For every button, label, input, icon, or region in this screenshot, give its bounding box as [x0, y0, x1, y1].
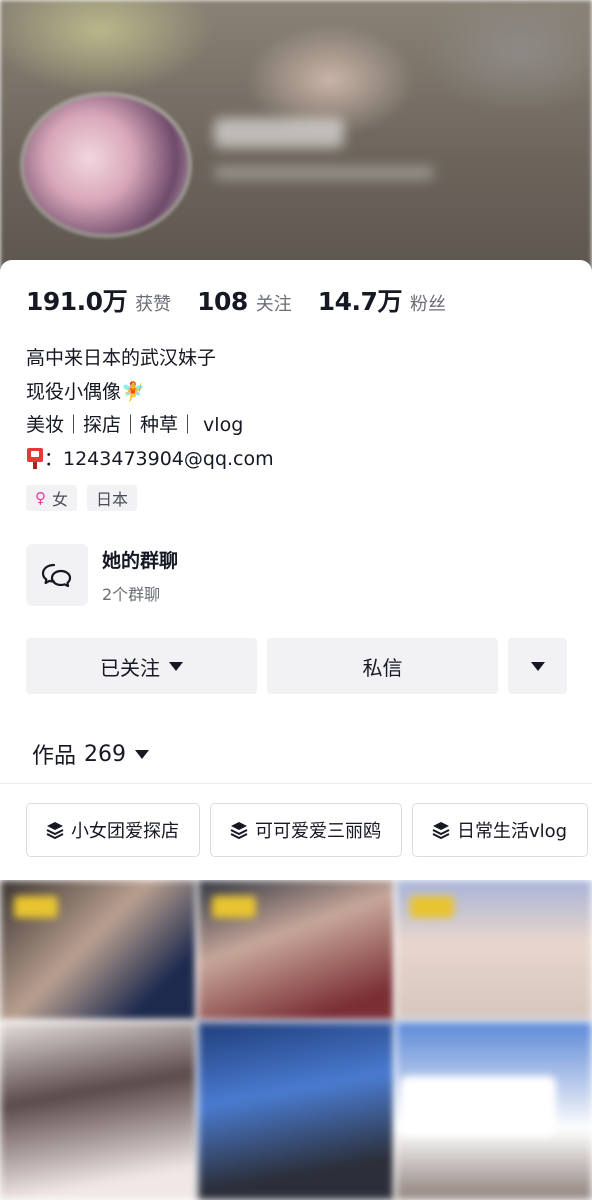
collection-chip[interactable]: 小女团爱探店 — [26, 803, 200, 857]
stat-following-label: 关注 — [255, 294, 292, 315]
works-label: 作品 — [32, 744, 77, 769]
stack-icon — [230, 822, 248, 839]
stat-followers[interactable]: 14.7万 粉丝 — [318, 282, 446, 318]
more-options-button[interactable] — [508, 638, 567, 694]
bio-line-2-text: 现役小偶像 — [26, 380, 122, 403]
video-overlay-caption — [400, 1076, 556, 1136]
stat-followers-label: 粉丝 — [409, 294, 446, 315]
bio-line-1: 高中来日本的武汉妹子 — [26, 347, 217, 369]
stat-likes-value: 191.0万 — [26, 287, 128, 316]
bio-line-4: ：1243473904@qq.com — [26, 443, 274, 477]
bio-line-2: 现役小偶像🧚 — [26, 376, 274, 410]
following-button-label: 已关注 — [100, 655, 160, 680]
bio-email: ：1243473904@qq.com — [44, 447, 274, 470]
message-button-label: 私信 — [362, 655, 403, 680]
action-buttons: 已关注 私信 — [26, 638, 567, 694]
video-tag-badge — [410, 896, 454, 918]
location-tag: 日本 — [87, 485, 138, 511]
gender-tag: ♀ 女 — [26, 485, 78, 511]
works-count: 269 — [84, 741, 127, 767]
stack-icon — [432, 822, 450, 839]
stats-row: 191.0万 获赞 108 关注 14.7万 粉丝 — [26, 282, 472, 318]
avatar[interactable] — [22, 96, 188, 240]
video-grid — [0, 880, 592, 1200]
video-thumbnail[interactable] — [0, 1022, 196, 1200]
blurred-user-id — [214, 166, 434, 180]
postbox-icon — [26, 447, 44, 469]
female-icon: ♀ — [35, 489, 46, 507]
group-chat-count: 2个群聊 — [102, 584, 161, 604]
collections-row: 小女团爱探店 可可爱爱三丽鸥 日常生活vlog — [26, 803, 592, 857]
blurred-username — [214, 118, 344, 148]
group-chat-entry[interactable]: 她的群聊 2个群聊 — [26, 543, 566, 607]
caret-down-icon — [135, 749, 150, 759]
video-tag-badge — [212, 896, 256, 918]
divider — [0, 783, 592, 784]
video-tag-badge — [14, 896, 58, 918]
stack-icon — [46, 822, 64, 839]
stat-followers-value: 14.7万 — [317, 287, 403, 316]
bio-line-3: 美妆｜探店｜种草｜ vlog — [26, 414, 244, 436]
message-button[interactable]: 私信 — [267, 638, 498, 694]
profile-tags: ♀ 女 日本 — [26, 485, 147, 511]
collection-chip[interactable]: 可可爱爱三丽鸥 — [210, 803, 402, 857]
profile-card: 191.0万 获赞 108 关注 14.7万 粉丝 高中来日本的武汉妹子 现役小… — [0, 260, 592, 880]
bio: 高中来日本的武汉妹子 现役小偶像🧚 美妆｜探店｜种草｜ vlog ：124347… — [26, 342, 274, 476]
stat-following-value: 108 — [197, 287, 248, 316]
gender-tag-label: 女 — [52, 490, 69, 509]
stat-following[interactable]: 108 关注 — [197, 287, 292, 316]
caret-down-icon — [530, 661, 545, 671]
stat-likes-label: 获赞 — [135, 294, 172, 315]
video-thumbnail[interactable] — [198, 1022, 394, 1200]
chat-bubbles-icon — [26, 544, 88, 606]
fairy-emoji: 🧚 — [121, 380, 145, 403]
works-tab[interactable]: 作品 269 — [32, 738, 150, 770]
collection-chip-label: 日常生活vlog — [457, 821, 568, 842]
following-button[interactable]: 已关注 — [26, 638, 257, 694]
stat-likes: 191.0万 获赞 — [26, 282, 171, 318]
avatar-image — [24, 96, 188, 234]
collection-chip-label: 小女团爱探店 — [71, 821, 179, 842]
group-chat-title: 她的群聊 — [102, 549, 179, 572]
collection-chip[interactable]: 日常生活vlog — [412, 803, 589, 857]
caret-down-icon — [169, 661, 183, 671]
location-tag-label: 日本 — [96, 490, 129, 509]
collection-chip-label: 可可爱爱三丽鸥 — [255, 821, 381, 842]
